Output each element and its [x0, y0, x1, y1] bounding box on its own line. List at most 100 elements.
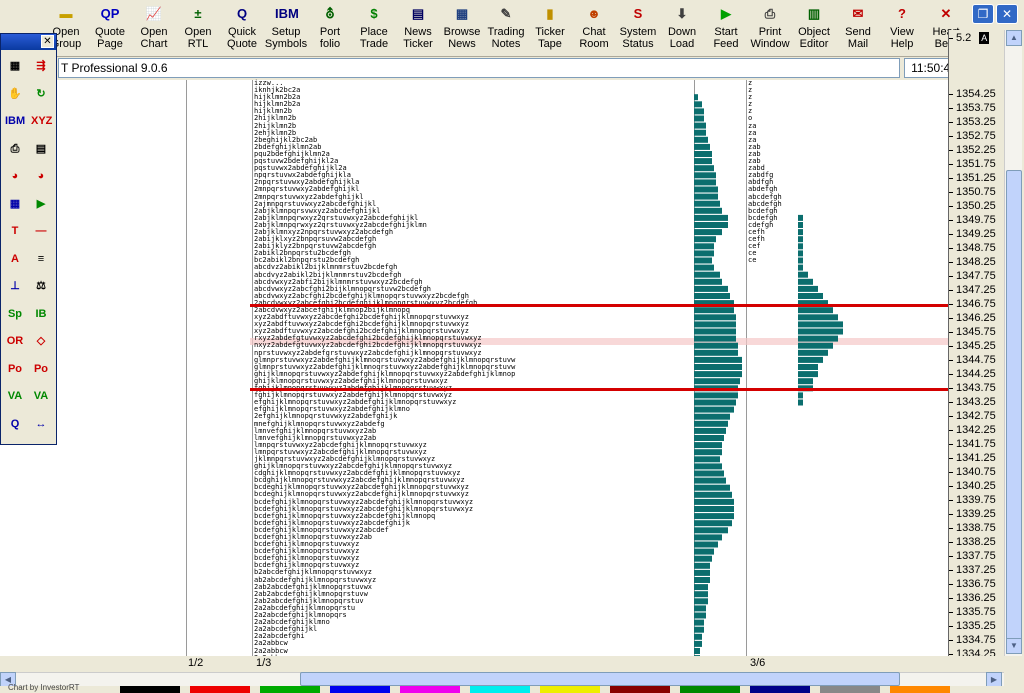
volume-bar: [694, 356, 742, 363]
price-tick: 1353.25: [949, 116, 1005, 128]
print-window-label-2: Window: [750, 38, 790, 50]
or-icon[interactable]: OR: [5, 331, 25, 351]
start-feed-button[interactable]: ▶ Start Feed: [704, 0, 748, 56]
volume-bar: [694, 214, 728, 221]
volume-bar: [694, 456, 720, 463]
axis-icon[interactable]: ⊥: [5, 276, 25, 296]
object-editor-button[interactable]: ▥ Object Editor: [792, 0, 836, 56]
pie-alt-icon[interactable]: ◕: [31, 166, 51, 186]
diamond-icon[interactable]: ◇: [31, 331, 51, 351]
volume-bar: [798, 250, 803, 257]
task-strip-segment: [610, 686, 670, 693]
volume-bar: [694, 470, 724, 477]
price-tick: 1341.75: [949, 438, 1005, 450]
quote-page-button[interactable]: QP Quote Page: [88, 0, 132, 56]
grid-icon[interactable]: ▦: [5, 56, 25, 76]
vavo-icon[interactable]: VA: [31, 386, 51, 406]
trading-notes-button[interactable]: ✎ Trading Notes: [484, 0, 528, 56]
open-rtl-button[interactable]: ± Open RTL: [176, 0, 220, 56]
scroll-up-button[interactable]: ▲: [1006, 30, 1022, 46]
text-icon[interactable]: A: [5, 249, 25, 269]
place-trade-button[interactable]: $ Place Trade: [352, 0, 396, 56]
download-button[interactable]: ⬇ Down Load: [660, 0, 704, 56]
pie-icon[interactable]: ◕: [5, 166, 25, 186]
pocv-icon[interactable]: Po: [31, 359, 51, 379]
vertical-scrollbar[interactable]: ▲ ▼: [1004, 30, 1022, 656]
chat-room-button[interactable]: ☻ Chat Room: [572, 0, 616, 56]
trash-icon: ▥: [807, 6, 821, 21]
horizontal-scrollbar[interactable]: ◀ ▶: [0, 672, 1004, 688]
volume-bar: [798, 243, 803, 250]
t-icon[interactable]: T: [5, 221, 25, 241]
sp-icon[interactable]: Sp: [5, 304, 25, 324]
open-chart-button[interactable]: 📈 Open Chart: [132, 0, 176, 56]
open-rtl-label-2: RTL: [187, 38, 209, 50]
market-profile-chart[interactable]: izzw... iknhjk2bc2a hijklmn2b2a hijklmn2b2a…: [0, 79, 948, 675]
tpo-row: z: [748, 86, 753, 95]
portfolio-button[interactable]: ⛢ Port folio: [308, 0, 352, 56]
hand-icon[interactable]: ✋: [5, 84, 25, 104]
title-bar: T Professional 9.0.6 11:50:41: [0, 57, 968, 79]
toolbox-close-button[interactable]: ✕: [41, 35, 54, 48]
ib-icon[interactable]: IB: [31, 304, 51, 324]
volume-bar: [694, 477, 726, 484]
volume-bar: [798, 278, 813, 285]
volume-bar: [694, 413, 730, 420]
scroll-thumb[interactable]: [1006, 170, 1022, 650]
price-tick: 1343.25: [949, 396, 1005, 408]
page-icon[interactable]: ▤: [31, 139, 51, 159]
print-window-button[interactable]: ⎙ Print Window: [748, 0, 792, 56]
send-mail-button[interactable]: ✉ Send Mail: [836, 0, 880, 56]
volume-bar: [694, 562, 710, 569]
volume-bar: [694, 342, 738, 349]
volume-bar: [694, 307, 734, 314]
quick-quote-button[interactable]: Q Quick Quote: [220, 0, 264, 56]
hscroll-thumb[interactable]: [300, 672, 900, 686]
volume-bar: [694, 165, 714, 172]
volume-bar: [798, 371, 818, 378]
price-tick: 1339.25: [949, 508, 1005, 520]
poc-icon[interactable]: Po: [5, 359, 25, 379]
search-icon[interactable]: Q: [5, 414, 25, 434]
toolbox-titlebar[interactable]: ✕: [1, 34, 56, 50]
volume-bar: [798, 236, 803, 243]
volume-bar: [694, 541, 718, 548]
play-icon: ▶: [721, 6, 731, 21]
play-icon[interactable]: ▶: [31, 194, 51, 214]
restore-button[interactable]: ❐: [972, 4, 994, 24]
price-tick: 1344.25: [949, 368, 1005, 380]
volume-bar: [694, 271, 720, 278]
close-window-button[interactable]: ✕: [996, 4, 1018, 24]
resize-icon[interactable]: ↔: [31, 414, 51, 434]
volume-bar: [798, 356, 823, 363]
va-icon[interactable]: VA: [5, 386, 25, 406]
scroll-down-button[interactable]: ▼: [1006, 638, 1022, 654]
volume-bar: [694, 250, 714, 257]
system-status-button[interactable]: S System Status: [616, 0, 660, 56]
ticker-tape-button[interactable]: ▮ Ticker Tape: [528, 0, 572, 56]
browse-news-icon: ▦: [455, 6, 469, 21]
grid-blue-icon[interactable]: ▦: [5, 194, 25, 214]
notes-icon: ✎: [500, 6, 512, 21]
print-icon[interactable]: ⎙: [5, 139, 25, 159]
setup-symbols-button[interactable]: IBM Setup Symbols: [264, 0, 308, 56]
line-icon[interactable]: —: [31, 221, 51, 241]
volume-bar: [694, 257, 712, 264]
ibm-icon[interactable]: IBM: [5, 111, 25, 131]
news-ticker-button[interactable]: ▤ News Ticker: [396, 0, 440, 56]
volume-bar: [694, 314, 736, 321]
print-window-label-1: Print: [758, 26, 782, 38]
tpo-row: z: [748, 93, 753, 102]
page-label-mid: 1/3: [256, 657, 272, 669]
price-tick: 1338.75: [949, 522, 1005, 534]
scale-icon[interactable]: ⚖: [31, 276, 51, 296]
arrow-icon[interactable]: ⇶: [31, 56, 51, 76]
view-help-button[interactable]: ? View Help: [880, 0, 924, 56]
trading-notes-label-1: Trading: [487, 26, 525, 38]
send-mail-label-1: Send: [845, 26, 871, 38]
browse-news-button[interactable]: ▦ Browse News: [440, 0, 484, 56]
lines-icon[interactable]: ≡: [31, 249, 51, 269]
xyz-icon[interactable]: XYZ: [31, 111, 52, 131]
volume-bar: [694, 548, 714, 555]
refresh-icon[interactable]: ↻: [31, 84, 51, 104]
